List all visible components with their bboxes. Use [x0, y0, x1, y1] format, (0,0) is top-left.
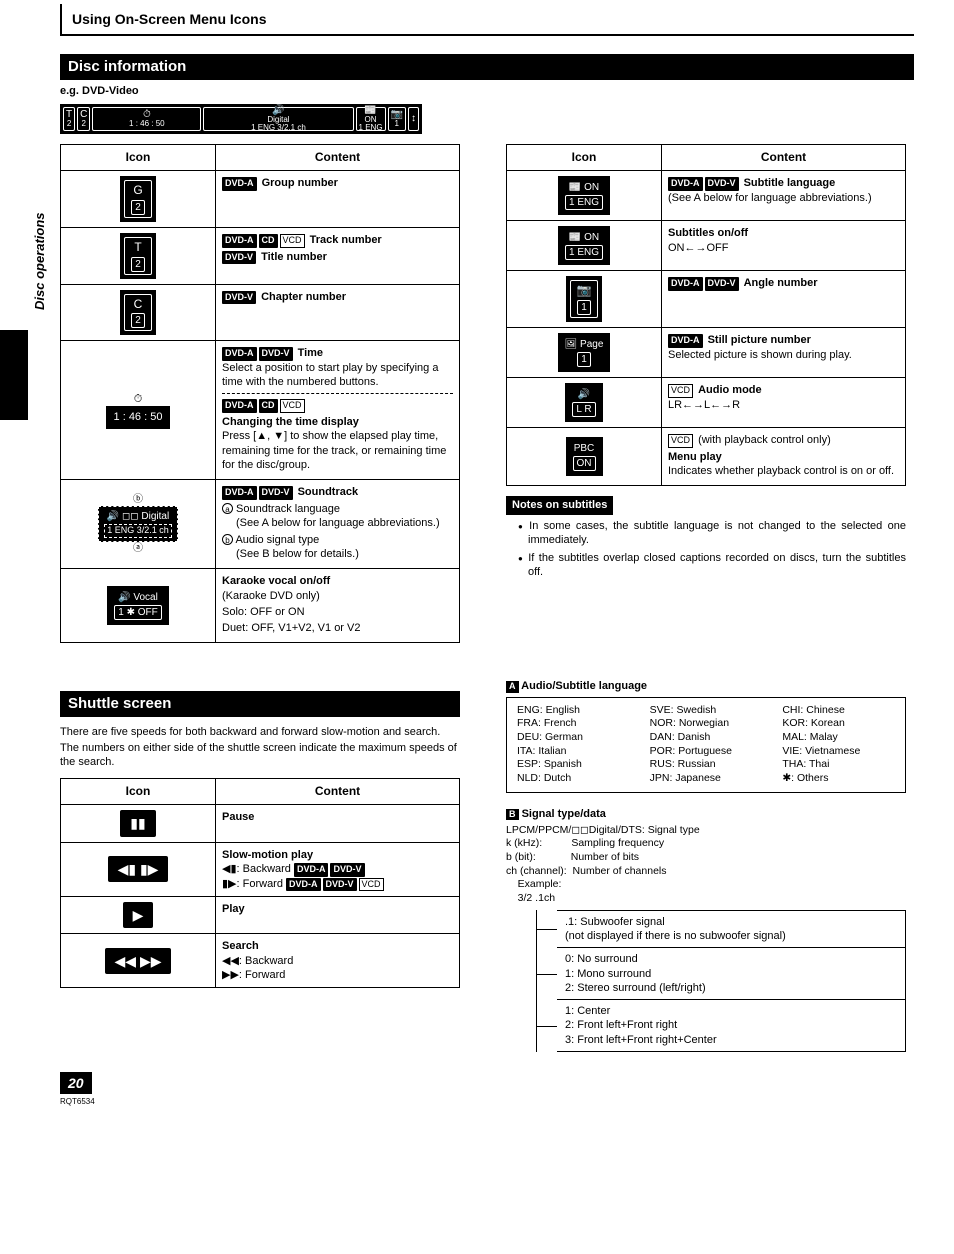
notes-header: Notes on subtitles — [506, 496, 613, 514]
disc-info-table-right: Icon Content 📰 ON 1 ENGDVD-ADVD-V Subtit… — [506, 144, 906, 486]
section-shuttle: Shuttle screen — [60, 691, 460, 717]
osd-sample: T2 C2 ⏱1 : 46 : 50 🔊Digital1 ENG 3/2.1 c… — [60, 104, 422, 134]
ref-title-lang: Audio/Subtitle language — [521, 680, 647, 692]
doc-number: RQT6534 — [60, 1097, 95, 1106]
th-icon: Icon — [61, 778, 216, 805]
example-type: DVD-Video — [82, 85, 139, 97]
page-title: Using On-Screen Menu Icons — [72, 10, 914, 28]
shuttle-intro1: There are five speeds for both backward … — [60, 725, 460, 739]
page-number: 20 — [60, 1072, 92, 1094]
th-icon: Icon — [507, 144, 662, 171]
th-content: Content — [216, 144, 460, 171]
side-tab — [0, 330, 28, 420]
th-content: Content — [216, 778, 460, 805]
th-content: Content — [662, 144, 906, 171]
th-icon: Icon — [61, 144, 216, 171]
language-table: ENG: EnglishFRA: FrenchDEU: GermanITA: I… — [506, 697, 906, 793]
ref-letter-a: A — [506, 681, 519, 693]
disc-info-table-left: Icon Content G2DVD-A Group numberT2DVD-A… — [60, 144, 460, 644]
signal-tree: .1: Subwoofer signal(not displayed if th… — [536, 910, 906, 1052]
notes-list: In some cases, the subtitle language is … — [506, 519, 906, 580]
ref-letter-b: B — [506, 809, 519, 821]
note-item: In some cases, the subtitle language is … — [518, 519, 906, 548]
section-disc-info: Disc information — [60, 54, 914, 80]
side-label: Disc operations — [32, 212, 49, 310]
note-item: If the subtitles overlap closed captions… — [518, 551, 906, 580]
shuttle-table: Icon Content ▮▮ Pause◀▮ ▮▶ Slow-motion p… — [60, 778, 460, 989]
ref-title-signal: Signal type/data — [522, 808, 606, 820]
example-prefix: e.g. — [60, 85, 79, 97]
shuttle-intro2: The numbers on either side of the shuttl… — [60, 741, 460, 770]
signal-lines: LPCM/PPCM/◻◻Digital/DTS: Signal typek (k… — [506, 824, 906, 906]
